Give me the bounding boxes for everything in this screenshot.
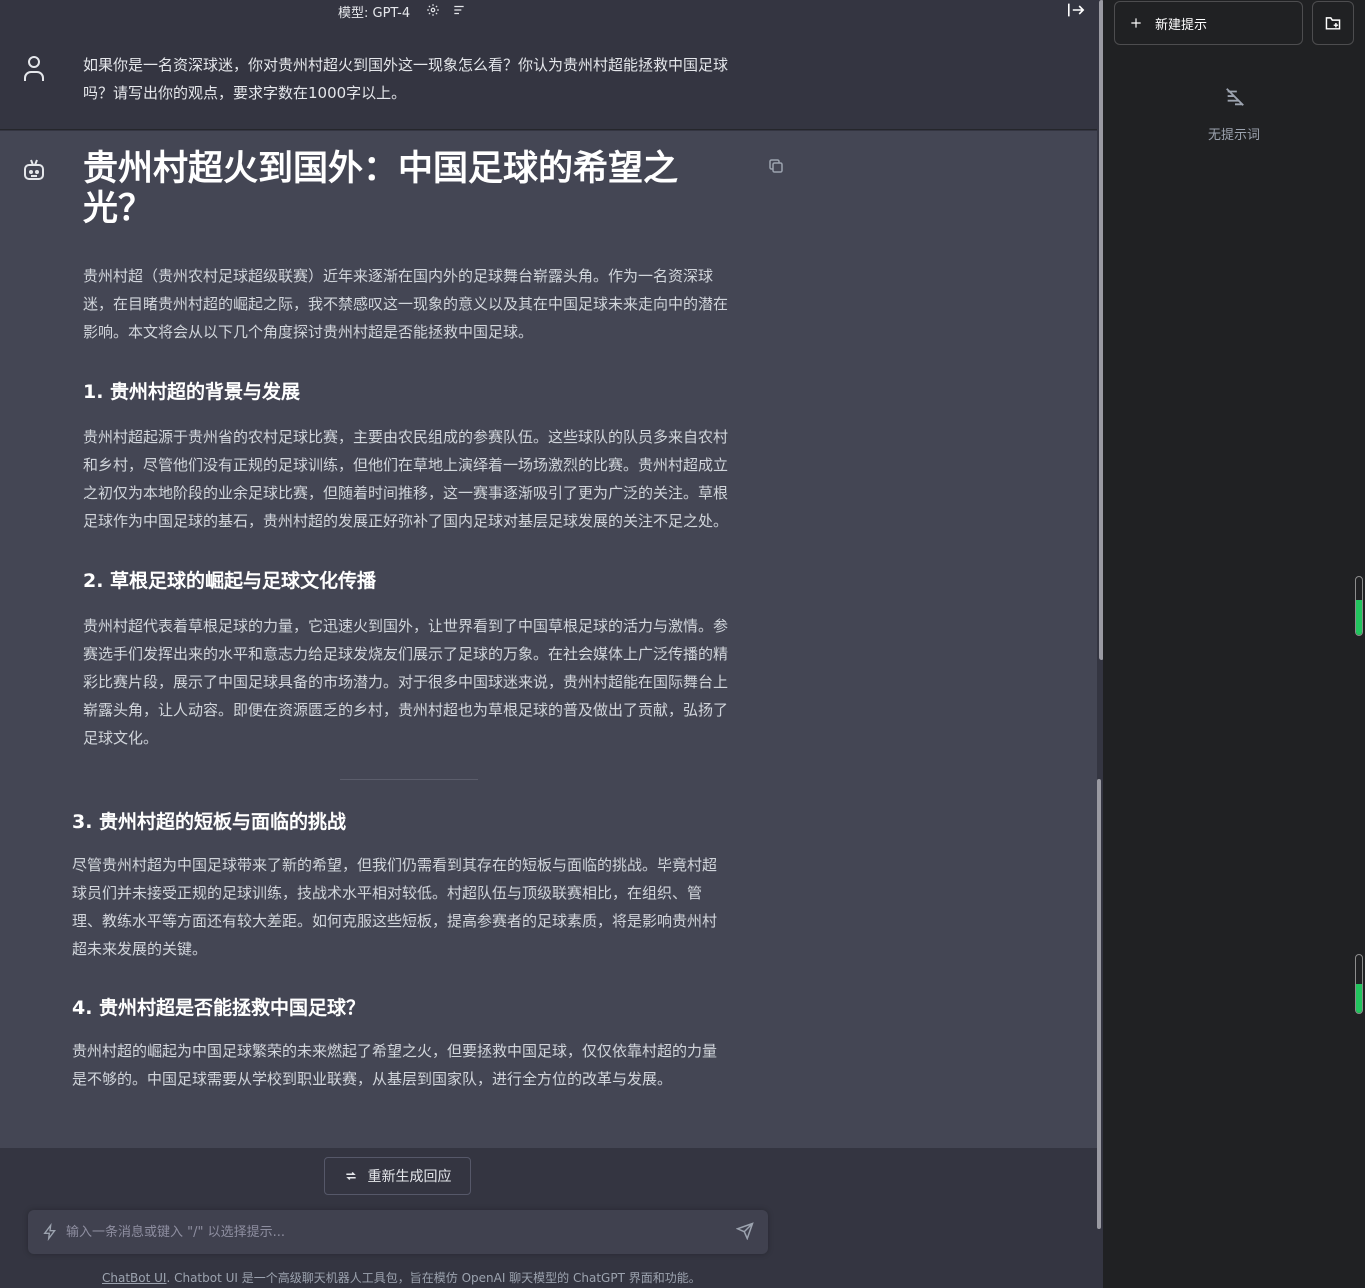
section-body: 贵州村超起源于贵州省的农村足球比赛，主要由农民组成的参赛队伍。这些球队的队员多来… xyxy=(83,428,729,530)
user-icon xyxy=(24,56,44,81)
new-prompt-label: 新建提示 xyxy=(1155,17,1208,33)
assistant-reply-continued: 3. 贵州村超的短板与面临的挑战 尽管贵州村超为中国足球带来了新的希望，但我们仍… xyxy=(0,779,1097,1148)
footer-text: ChatBot UI. Chatbot UI 是一个高级聊天机器人工具包，旨在模… xyxy=(102,1269,701,1286)
chat-input-container xyxy=(28,1210,768,1254)
footer-link[interactable]: ChatBot UI xyxy=(102,1271,166,1285)
chat-input-area: 重新生成回应 ChatBot UI. Chatbot UI 是一个高级聊天机器人… xyxy=(0,1148,1097,1288)
footer-description: . Chatbot UI 是一个高级聊天机器人工具包，旨在模仿 OpenAI 聊… xyxy=(166,1271,701,1285)
new-prompt-button[interactable]: 新建提示 xyxy=(1114,1,1303,45)
no-prompts-icon xyxy=(1226,88,1244,106)
user-message: 如果你是一名资深球迷，你对贵州村超火到国外这一现象怎么看？你认为贵州村超能拯救中… xyxy=(0,22,1100,130)
level-meter xyxy=(1355,576,1363,636)
new-folder-button[interactable] xyxy=(1312,1,1354,45)
regenerate-label: 重新生成回应 xyxy=(367,1169,452,1185)
user-message-text: 如果你是一名资深球迷，你对贵州村超火到国外这一现象怎么看？你认为贵州村超能拯救中… xyxy=(83,56,729,102)
section-heading: 3. 贵州村超的短板与面临的挑战 xyxy=(72,811,347,833)
section-body: 尽管贵州村超为中国足球带来了新的希望，但我们仍需看到其存在的短板与面临的挑战。毕… xyxy=(72,856,718,958)
level-meter-fill xyxy=(1356,600,1362,635)
refresh-icon xyxy=(345,1171,356,1181)
bolt-icon[interactable] xyxy=(42,1223,58,1241)
section-heading: 2. 草根足球的崛起与足球文化传播 xyxy=(83,570,377,592)
copy-icon[interactable] xyxy=(768,158,784,174)
reply-title: 贵州村超火到国外：中国足球的希望之光？ xyxy=(83,149,679,229)
model-label: 模型: GPT-4 xyxy=(338,6,411,21)
scrollbar-thumb[interactable] xyxy=(1097,779,1101,1229)
section-heading: 1. 贵州村超的背景与发展 xyxy=(83,381,301,403)
assistant-reply: 贵州村超火到国外：中国足球的希望之光？ 贵州村超（贵州农村足球超级联赛）近年来逐… xyxy=(83,149,728,752)
section-heading: 4. 贵州村超是否能拯救中国足球？ xyxy=(72,997,366,1019)
section-body: 贵州村超的崛起为中国足球繁荣的未来燃起了希望之火，但要拯救中国足球，仅仅依靠村超… xyxy=(72,1042,718,1088)
new-folder-icon xyxy=(1325,17,1341,30)
plus-icon xyxy=(1131,18,1141,28)
sidebar-toggle-icon[interactable] xyxy=(1066,2,1086,18)
chat-input[interactable] xyxy=(66,1216,726,1248)
send-icon[interactable] xyxy=(736,1222,754,1240)
prompt-sidebar: 新建提示 无提示词 xyxy=(1103,0,1365,1288)
regenerate-button[interactable]: 重新生成回应 xyxy=(324,1157,471,1195)
chat-main: 模型: GPT-4 如果你是一名资深球迷，你对贵州村超火到国外这一现象怎么看？你… xyxy=(0,0,1100,1288)
reply-intro: 贵州村超（贵州农村足球超级联赛）近年来逐渐在国内外的足球舞台崭露头角。作为一名资… xyxy=(83,267,729,341)
level-meter-fill xyxy=(1356,984,1362,1013)
robot-icon xyxy=(24,159,44,180)
settings-icon[interactable] xyxy=(426,3,440,17)
chat-header: 模型: GPT-4 xyxy=(0,0,1100,22)
divider xyxy=(340,779,478,780)
level-meter xyxy=(1355,954,1363,1014)
no-prompts-label: 无提示词 xyxy=(1207,128,1260,143)
section-body: 贵州村超代表着草根足球的力量，它迅速火到国外，让世界看到了中国草根足球的活力与激… xyxy=(83,617,729,747)
clear-conversation-icon[interactable] xyxy=(452,3,466,17)
assistant-message: 贵州村超火到国外：中国足球的希望之光？ 贵州村超（贵州农村足球超级联赛）近年来逐… xyxy=(0,131,1100,779)
